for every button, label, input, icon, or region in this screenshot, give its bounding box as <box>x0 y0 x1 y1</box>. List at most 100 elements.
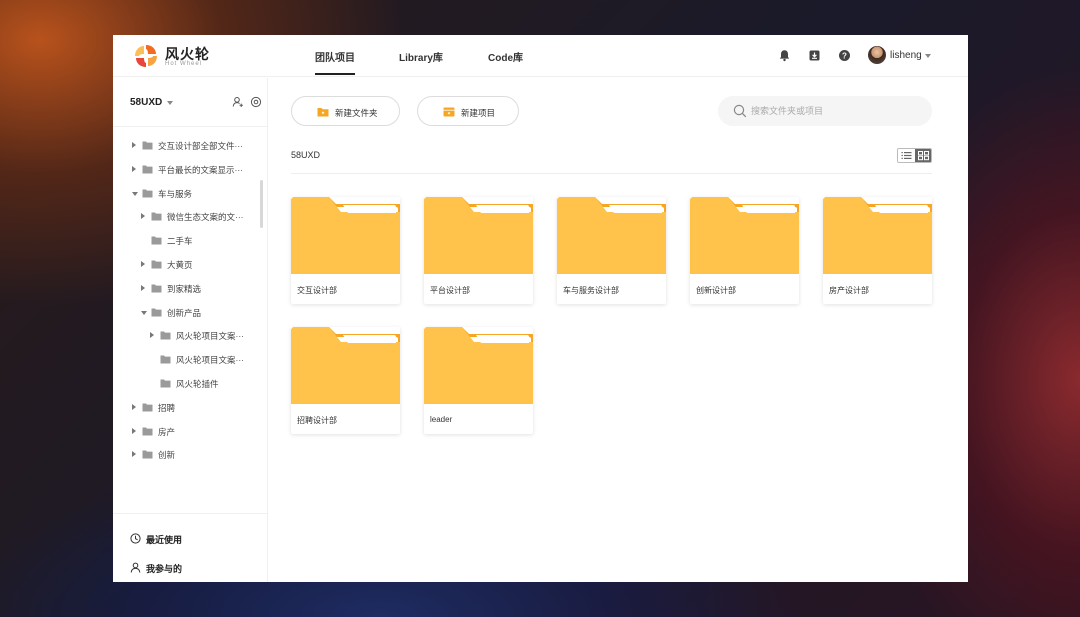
folder-icon <box>142 141 153 150</box>
tree-item[interactable]: 平台最长的文案显示··· <box>113 159 263 181</box>
new-project-button[interactable]: 新建项目 <box>417 96 519 126</box>
grid-view-icon <box>918 151 929 161</box>
folder-icon <box>151 212 162 221</box>
tree-item-label: 车与服务 <box>158 188 193 199</box>
help-icon[interactable]: ? <box>838 49 851 62</box>
folder-card[interactable]: 招聘设计部 <box>291 327 400 434</box>
hot-wheel-logo[interactable] <box>133 43 159 69</box>
tree-item[interactable]: 风火轮项目文案··· <box>113 349 263 371</box>
folder-icon <box>142 450 153 459</box>
brand-subtitle: Hot Wheel <box>165 61 203 67</box>
tree-item[interactable]: 房产 <box>113 421 263 443</box>
tree-item[interactable]: 微信生态文案的文··· <box>113 206 263 228</box>
tree-item-label: 招聘 <box>158 402 176 413</box>
recent-label: 最近使用 <box>146 535 183 545</box>
sidebar-bottom-divider <box>113 513 268 514</box>
caret-right-icon[interactable] <box>150 332 154 339</box>
folder-icon <box>160 379 171 388</box>
tree-item[interactable]: 创新产品 <box>113 302 263 324</box>
caret-down-icon[interactable] <box>141 310 147 315</box>
folder-icon <box>690 197 799 274</box>
username[interactable]: lisheng <box>890 50 922 61</box>
folder-name: 车与服务设计部 <box>563 286 619 295</box>
folder-name: 招聘设计部 <box>297 416 337 425</box>
folder-icon <box>160 355 171 364</box>
tree-item[interactable]: 交互设计部全部文件··· <box>113 135 263 157</box>
search-icon <box>733 104 747 118</box>
add-member-icon[interactable] <box>232 96 244 108</box>
tree-item-label: 到家精选 <box>167 283 202 294</box>
tree-item-label: 二手车 <box>167 236 193 247</box>
new-folder-button[interactable]: 新建文件夹 <box>291 96 400 126</box>
new-project-label: 新建项目 <box>461 108 496 118</box>
tree-item-label: 风火轮插件 <box>176 379 219 389</box>
search-input[interactable] <box>751 102 921 120</box>
folder-name: 房产设计部 <box>829 286 869 295</box>
list-view-icon <box>901 152 912 159</box>
folder-name: 创新设计部 <box>696 286 736 295</box>
folder-icon <box>142 427 153 436</box>
folder-icon <box>142 403 153 412</box>
team-selector[interactable]: 58UXD <box>130 97 162 108</box>
folder-name: 平台设计部 <box>430 286 470 295</box>
caret-right-icon[interactable] <box>132 451 136 458</box>
tree-item[interactable]: 到家精选 <box>113 278 263 300</box>
caret-down-icon[interactable] <box>132 191 138 196</box>
folder-icon <box>142 189 153 198</box>
folder-icon <box>160 331 171 340</box>
tree-item-label: 风火轮项目文案··· <box>176 355 244 366</box>
app-window: 风火轮 Hot Wheel 团队项目 Library库 Code库 ? lish… <box>113 35 968 582</box>
download-icon[interactable] <box>808 49 821 62</box>
settings-gear-icon[interactable] <box>250 96 262 108</box>
folder-name: 交互设计部 <box>297 286 337 295</box>
tree-item[interactable]: 创新 <box>113 444 263 466</box>
folder-icon <box>151 236 162 245</box>
folder-name: leader <box>430 415 453 424</box>
tab-code[interactable]: Code库 <box>488 49 523 64</box>
tree-item[interactable]: 大黄页 <box>113 254 263 276</box>
new-folder-label: 新建文件夹 <box>335 108 378 118</box>
search-box <box>718 96 932 126</box>
team-caret-icon[interactable] <box>167 101 173 105</box>
tree-item[interactable]: 招聘 <box>113 397 263 419</box>
tree-item-label: 交互设计部全部文件··· <box>158 141 243 151</box>
caret-right-icon[interactable] <box>141 213 145 220</box>
folder-card[interactable]: 创新设计部 <box>690 197 799 304</box>
tree-item[interactable]: 二手车 <box>113 230 263 252</box>
breadcrumb: 58UXD <box>291 150 321 160</box>
top-header: 风火轮 Hot Wheel 团队项目 Library库 Code库 ? lish… <box>113 35 968 77</box>
folder-icon <box>291 197 400 274</box>
folder-card[interactable]: 房产设计部 <box>823 197 932 304</box>
sidebar-scrollbar[interactable] <box>260 180 263 228</box>
caret-right-icon[interactable] <box>132 142 136 148</box>
folder-card[interactable]: leader <box>424 327 533 434</box>
grid-view-button[interactable] <box>915 149 931 162</box>
user-menu-caret-icon[interactable] <box>925 54 931 58</box>
folder-card[interactable]: 车与服务设计部 <box>557 197 666 304</box>
folder-card[interactable]: 交互设计部 <box>291 197 400 304</box>
folder-icon <box>823 197 932 274</box>
tab-team-projects[interactable]: 团队项目 <box>315 49 355 75</box>
sidebar: 58UXD 交互设计部全部文件··· 平台最长的文案显示··· 车与服务微信生态文案… <box>113 78 268 582</box>
folder-card[interactable]: 平台设计部 <box>424 197 533 304</box>
caret-right-icon[interactable] <box>141 284 145 291</box>
tab-library[interactable]: Library库 <box>399 49 443 64</box>
caret-right-icon[interactable] <box>141 261 145 267</box>
tree-item-label: 大黄页 <box>167 260 193 270</box>
tree-item-label: 平台最长的文案显示··· <box>158 164 243 175</box>
list-view-button[interactable] <box>898 149 915 162</box>
caret-right-icon[interactable] <box>132 403 136 410</box>
tree-item[interactable]: 风火轮项目文案··· <box>113 325 263 347</box>
folder-icon <box>151 308 162 317</box>
new-folder-icon <box>317 108 329 117</box>
content-divider <box>291 173 932 174</box>
caret-right-icon[interactable] <box>132 165 136 172</box>
tree-item[interactable]: 风火轮插件 <box>113 373 263 395</box>
folder-icon <box>151 284 162 293</box>
svg-text:?: ? <box>842 51 847 60</box>
bell-icon[interactable] <box>778 49 791 62</box>
clock-icon <box>130 533 141 544</box>
user-avatar[interactable] <box>868 46 886 64</box>
tree-item[interactable]: 车与服务 <box>113 183 263 205</box>
caret-right-icon[interactable] <box>132 427 136 434</box>
